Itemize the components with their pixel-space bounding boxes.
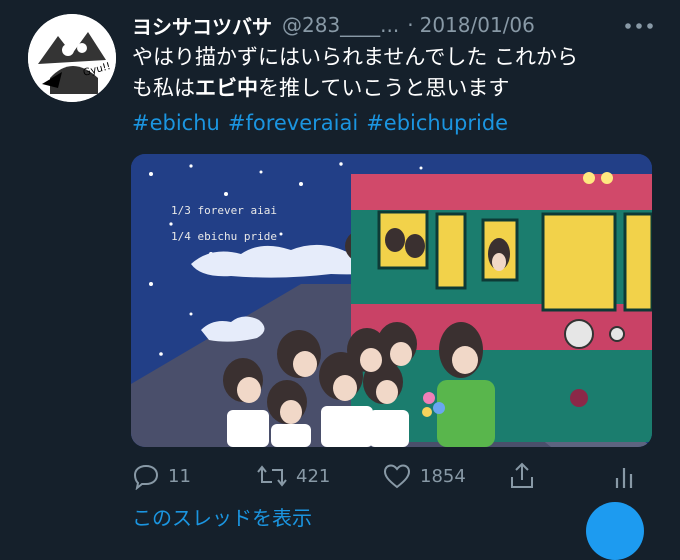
tweet-header: ヨシサコツバサ @283____... · 2018/01/06 (132, 10, 668, 40)
analytics-icon (615, 468, 633, 488)
like-button[interactable]: 1854 (382, 456, 466, 496)
hashtag-ebichu[interactable]: #ebichu (132, 111, 220, 135)
display-name[interactable]: ヨシサコツバサ (132, 11, 272, 40)
hashtag-ebichupride[interactable]: #ebichupride (366, 111, 508, 135)
separator-dot: · (407, 13, 414, 37)
tweet-text-pre: も私は (132, 76, 195, 100)
reply-button[interactable]: 11 (132, 456, 191, 496)
tweet-date[interactable]: 2018/01/06 (420, 13, 535, 37)
like-icon (383, 464, 411, 489)
show-thread-link[interactable]: このスレッドを表示 (132, 502, 312, 531)
retweet-icon (257, 465, 287, 487)
illustration: 1/3 forever aiai 1/4 ebichu pride (131, 154, 652, 447)
tweet-image[interactable]: 1/3 forever aiai 1/4 ebichu pride (131, 154, 652, 447)
tweet-text-post: を推していこうと思います (258, 76, 510, 100)
reply-count: 11 (168, 465, 191, 487)
tweet-text: やはり描かずにはいられませんでした これから も私はエビ中を推していこうと思いま… (132, 42, 652, 104)
share-icon (511, 462, 533, 488)
tweet-text-line1: やはり描かずにはいられませんでした これから (132, 45, 578, 69)
hashtag-foreveraiai[interactable]: #foreveraiai (228, 111, 358, 135)
like-count: 1854 (420, 465, 466, 487)
share-button[interactable] (508, 456, 536, 496)
retweet-count: 421 (296, 465, 331, 487)
image-caption-line1: 1/3 forever aiai (171, 204, 277, 217)
analytics-button[interactable] (612, 456, 636, 496)
avatar[interactable]: Gyu!! (28, 14, 116, 102)
compose-fab[interactable] (586, 502, 644, 560)
reply-icon (133, 464, 159, 490)
avatar-drawing: Gyu!! (28, 14, 116, 102)
tweet-actions: 11 421 1854 (132, 456, 652, 496)
hashtags: #ebichu #foreveraiai #ebichupride (132, 108, 652, 139)
tweet-text-line2: も私はエビ中を推していこうと思います (132, 73, 652, 104)
user-handle[interactable]: @283____... (282, 13, 399, 37)
tweet-text-bold: エビ中 (195, 76, 258, 100)
retweet-button[interactable]: 421 (256, 456, 330, 496)
more-icon[interactable] (622, 14, 656, 36)
image-caption-line2: 1/4 ebichu pride (171, 230, 277, 243)
